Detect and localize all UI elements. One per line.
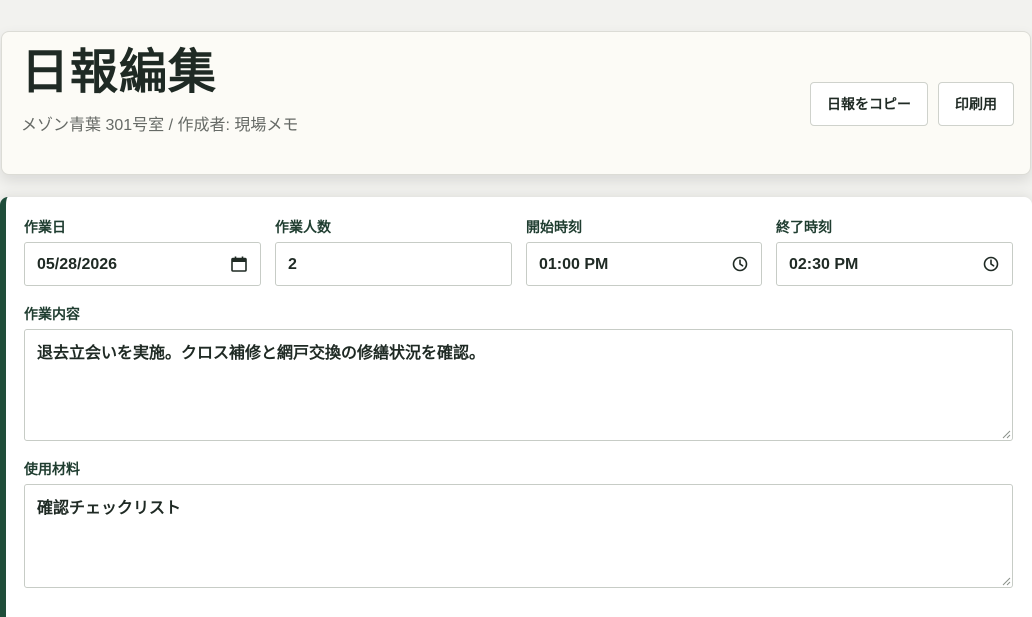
clock-icon[interactable] (982, 255, 1000, 273)
copy-report-button[interactable]: 日報をコピー (810, 82, 928, 126)
end-time-input[interactable]: 02:30 PM (776, 242, 1013, 286)
worker-count-input[interactable]: 2 (275, 242, 512, 286)
print-button[interactable]: 印刷用 (938, 82, 1014, 126)
resize-handle-icon[interactable] (1001, 429, 1011, 439)
work-content-value: 退去立会いを実施。クロス補修と網戸交換の修繕状況を確認。 (37, 345, 486, 362)
resize-handle-icon[interactable] (1001, 576, 1011, 586)
work-content-label: 作業内容 (24, 306, 80, 322)
work-date-input[interactable]: 05/28/2026 (24, 242, 261, 286)
end-time-value: 02:30 PM (789, 256, 859, 273)
work-content-textarea[interactable]: 退去立会いを実施。クロス補修と網戸交換の修繕状況を確認。 (24, 329, 1013, 441)
start-time-input[interactable]: 01:00 PM (526, 242, 762, 286)
work-date-value: 05/28/2026 (37, 256, 118, 273)
clock-icon[interactable] (731, 255, 749, 273)
start-time-value: 01:00 PM (539, 256, 609, 273)
materials-value: 確認チェックリスト (37, 500, 182, 517)
end-time-label: 終了時刻 (776, 219, 832, 235)
work-date-label: 作業日 (24, 219, 66, 235)
report-header: 日報編集 メゾン青葉 301号室 / 作成者: 現場メモ 日報をコピー 印刷用 (1, 31, 1031, 175)
calendar-icon[interactable] (230, 255, 248, 273)
worker-count-label: 作業人数 (275, 219, 331, 235)
worker-count-value: 2 (288, 256, 297, 273)
materials-textarea[interactable]: 確認チェックリスト (24, 484, 1013, 588)
page-subtitle: メゾン青葉 301号室 / 作成者: 現場メモ (21, 117, 299, 134)
report-form: 作業日 作業人数 開始時刻 終了時刻 05/28/2026 2 01:00 PM… (0, 197, 1032, 617)
page-title: 日報編集 (21, 46, 218, 99)
materials-label: 使用材料 (24, 461, 80, 477)
start-time-label: 開始時刻 (526, 219, 582, 235)
